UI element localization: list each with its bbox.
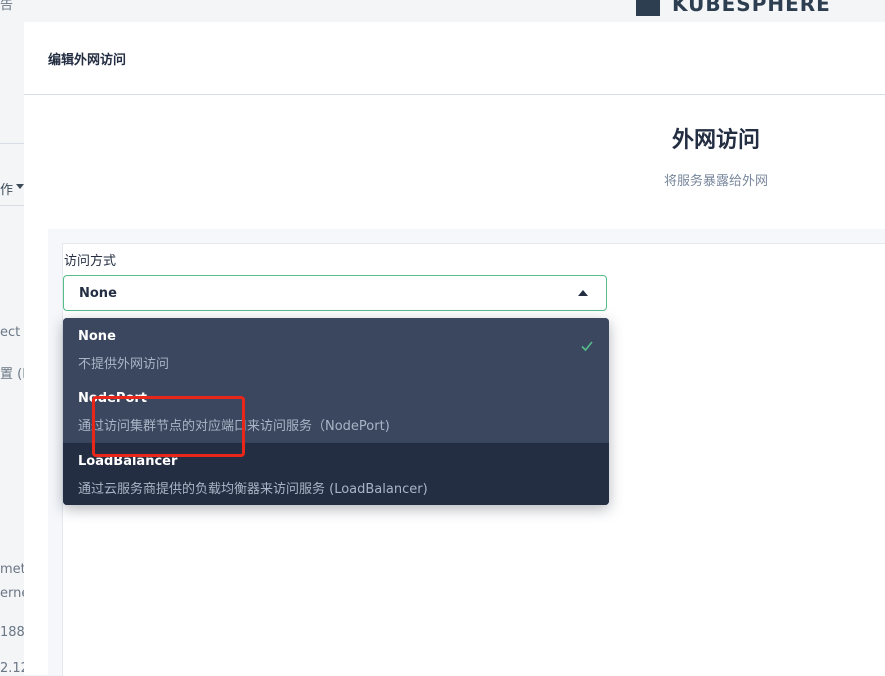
option-none[interactable]: None 不提供外网访问 bbox=[63, 318, 609, 380]
bg-text-fragment: 告 bbox=[0, 0, 14, 13]
access-method-label: 访问方式 bbox=[64, 254, 117, 269]
bg-text-fragment: 188 bbox=[0, 625, 25, 640]
access-method-select[interactable]: None bbox=[63, 275, 607, 311]
caret-up-icon bbox=[578, 290, 588, 296]
divider bbox=[0, 205, 24, 206]
option-name: NodePort bbox=[78, 391, 148, 406]
bg-dropdown-label: 作 bbox=[0, 183, 14, 198]
option-nodeport[interactable]: NodePort 通过访问集群节点的对应端口来访问服务（NodePort) bbox=[63, 380, 609, 442]
divider bbox=[0, 143, 24, 144]
hero-subtitle: 将服务暴露给外网 bbox=[664, 174, 769, 189]
option-description: 通过云服务商提供的负载均衡器来访问服务 (LoadBalancer) bbox=[78, 482, 428, 497]
option-name: None bbox=[78, 329, 116, 344]
option-description: 通过访问集群节点的对应端口来访问服务（NodePort) bbox=[78, 419, 390, 434]
hero-title: 外网访问 bbox=[672, 128, 761, 153]
option-description: 不提供外网访问 bbox=[78, 357, 170, 372]
option-loadbalancer[interactable]: LoadBalancer 通过云服务商提供的负载均衡器来访问服务 (LoadBa… bbox=[63, 443, 609, 505]
modal-title: 编辑外网访问 bbox=[48, 53, 127, 68]
logo-text: KUBESPHERE bbox=[672, 0, 831, 16]
check-icon bbox=[581, 341, 593, 352]
access-method-dropdown: None 不提供外网访问 NodePort 通过访问集群节点的对应端口来访问服务… bbox=[63, 318, 609, 505]
option-name: LoadBalancer bbox=[78, 454, 178, 469]
bg-text-fragment: ect bbox=[0, 325, 21, 340]
logo-icon bbox=[636, 0, 660, 16]
chevron-down-icon bbox=[16, 184, 24, 189]
modal-header: 编辑外网访问 bbox=[24, 22, 885, 95]
select-value: None bbox=[79, 286, 117, 301]
